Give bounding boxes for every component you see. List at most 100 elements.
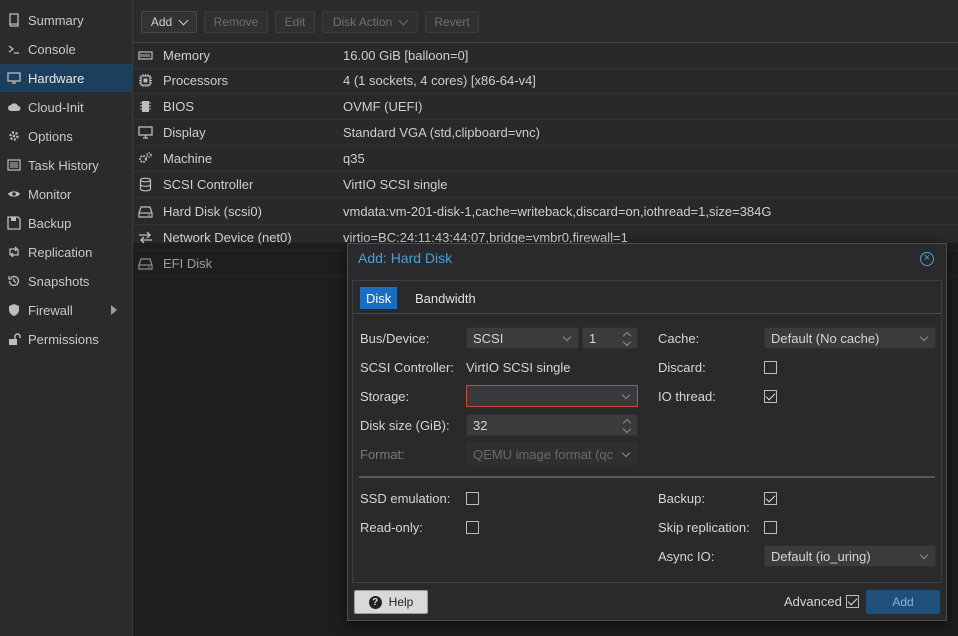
sidebar-item-label: Options: [28, 128, 73, 144]
sidebar-item-options[interactable]: Options: [0, 122, 132, 150]
spinner-arrows-icon[interactable]: [623, 331, 631, 347]
remove-button[interactable]: Remove: [204, 11, 268, 33]
tab-bandwidth-label: Bandwidth: [415, 290, 476, 306]
add-submit-label: Add: [892, 595, 914, 609]
toolbar: Add Remove Edit Disk Action Revert: [133, 0, 958, 43]
dialog-tabbar: Disk Bandwidth: [352, 280, 942, 314]
row-name: Memory: [163, 47, 210, 63]
disk-size-spinner[interactable]: 32: [466, 414, 638, 436]
table-row[interactable]: Machine q35: [133, 145, 958, 172]
sidebar-item-summary[interactable]: Summary: [0, 6, 132, 34]
row-value: VirtIO SCSI single: [343, 176, 448, 192]
row-value: OVMF (UEFI): [343, 98, 423, 114]
sidebar-item-backup[interactable]: Backup: [0, 209, 132, 237]
tab-bandwidth[interactable]: Bandwidth: [409, 287, 482, 309]
chevron-down-icon: [398, 15, 409, 25]
eye-icon: [6, 186, 22, 202]
row-value: Standard VGA (std,clipboard=vnc): [343, 124, 540, 140]
add-submit-button[interactable]: Add: [866, 590, 940, 614]
ssd-emulation-checkbox[interactable]: [466, 492, 479, 505]
cloud-icon: [6, 99, 22, 115]
cache-select[interactable]: Default (No cache): [764, 327, 936, 349]
format-value: QEMU image format (qc: [473, 446, 614, 462]
table-row[interactable]: Processors 4 (1 sockets, 4 cores) [x86-6…: [133, 67, 958, 94]
sidebar-item-label: Firewall: [28, 302, 73, 318]
row-name: Machine: [163, 150, 213, 166]
bus-device-label: Bus/Device:: [360, 331, 430, 346]
skip-replication-label: Skip replication:: [658, 520, 750, 535]
chevron-down-icon: [621, 390, 631, 400]
io-thread-checkbox[interactable]: [764, 390, 777, 403]
row-value: vmdata:vm-201-disk-1,cache=writeback,dis…: [343, 203, 772, 219]
sidebar: Summary Console Hardware Cloud-Init Opti…: [0, 0, 133, 636]
chevron-down-icon: [919, 550, 929, 560]
book-icon: [6, 12, 22, 28]
sidebar-item-snapshots[interactable]: Snapshots: [0, 267, 132, 295]
revert-button[interactable]: Revert: [425, 11, 479, 33]
table-row[interactable]: Hard Disk (scsi0) vmdata:vm-201-disk-1,c…: [133, 198, 958, 225]
disk-panel: Bus/Device: SCSI 1 SCSI Controller: Virt…: [352, 312, 942, 583]
add-button-label: Add: [150, 15, 173, 29]
cache-label: Cache:: [658, 331, 700, 346]
dialog-title: Add: Hard Disk: [358, 250, 453, 266]
memory-icon: [137, 47, 153, 63]
advanced-checkbox[interactable]: [846, 595, 859, 608]
device-number-spinner[interactable]: 1: [582, 327, 638, 349]
cache-value: Default (No cache): [771, 330, 880, 346]
sidebar-item-label: Summary: [28, 12, 84, 28]
table-row[interactable]: Display Standard VGA (std,clipboard=vnc): [133, 119, 958, 146]
section-divider: [359, 476, 935, 478]
row-name: SCSI Controller: [163, 176, 254, 192]
backup-label: Backup:: [658, 491, 705, 506]
row-value: 16.00 GiB [balloon=0]: [343, 47, 469, 63]
close-icon[interactable]: ×: [920, 252, 934, 266]
sidebar-item-hardware[interactable]: Hardware: [0, 64, 132, 92]
scsi-controller-value: VirtIO SCSI single: [466, 360, 571, 375]
sidebar-item-cloud-init[interactable]: Cloud-Init: [0, 93, 132, 121]
chevron-down-icon: [621, 448, 631, 458]
edit-button[interactable]: Edit: [275, 11, 315, 33]
async-io-value: Default (io_uring): [771, 548, 871, 564]
add-button[interactable]: Add: [141, 11, 197, 33]
advanced-label: Advanced: [784, 594, 842, 609]
bus-select[interactable]: SCSI: [466, 327, 579, 349]
tab-disk[interactable]: Disk: [360, 287, 398, 309]
discard-checkbox[interactable]: [764, 361, 777, 374]
async-io-select[interactable]: Default (io_uring): [764, 545, 936, 567]
skip-replication-checkbox[interactable]: [764, 521, 777, 534]
table-row[interactable]: Memory 16.00 GiB [balloon=0]: [133, 42, 958, 69]
format-select[interactable]: QEMU image format (qc: [466, 443, 638, 465]
read-only-label: Read-only:: [360, 520, 423, 535]
list-icon: [6, 157, 22, 173]
table-row[interactable]: SCSI Controller VirtIO SCSI single: [133, 171, 958, 198]
chevron-right-icon[interactable]: [111, 305, 117, 315]
shield-icon: [6, 302, 22, 318]
help-button[interactable]: ? Help: [354, 590, 428, 614]
chevron-down-icon: [562, 332, 572, 342]
sidebar-item-label: Console: [28, 41, 76, 57]
sidebar-item-firewall[interactable]: Firewall: [0, 296, 132, 324]
sidebar-item-console[interactable]: Console: [0, 35, 132, 63]
sidebar-item-label: Backup: [28, 215, 72, 231]
async-io-label: Async IO:: [658, 549, 715, 564]
row-name: Display: [163, 124, 206, 140]
hdd-icon: [137, 203, 153, 219]
row-value: q35: [343, 150, 365, 166]
dialog-header[interactable]: Add: Hard Disk ×: [348, 244, 946, 274]
disk-size-label: Disk size (GiB):: [360, 418, 450, 433]
disk-action-button[interactable]: Disk Action: [322, 11, 418, 33]
retweet-icon: [6, 244, 22, 260]
sidebar-item-monitor[interactable]: Monitor: [0, 180, 132, 208]
read-only-checkbox[interactable]: [466, 521, 479, 534]
backup-checkbox[interactable]: [764, 492, 777, 505]
sidebar-item-replication[interactable]: Replication: [0, 238, 132, 266]
row-name: Processors: [163, 72, 229, 88]
sidebar-item-task-history[interactable]: Task History: [0, 151, 132, 179]
sidebar-item-label: Cloud-Init: [28, 99, 84, 115]
table-row[interactable]: BIOS OVMF (UEFI): [133, 93, 958, 120]
sidebar-item-permissions[interactable]: Permissions: [0, 325, 132, 353]
spinner-arrows-icon[interactable]: [623, 418, 631, 434]
add-hard-disk-dialog: Add: Hard Disk × Disk Bandwidth Bus/Devi…: [347, 243, 947, 621]
unlock-icon: [6, 331, 22, 347]
storage-select[interactable]: [466, 385, 638, 407]
